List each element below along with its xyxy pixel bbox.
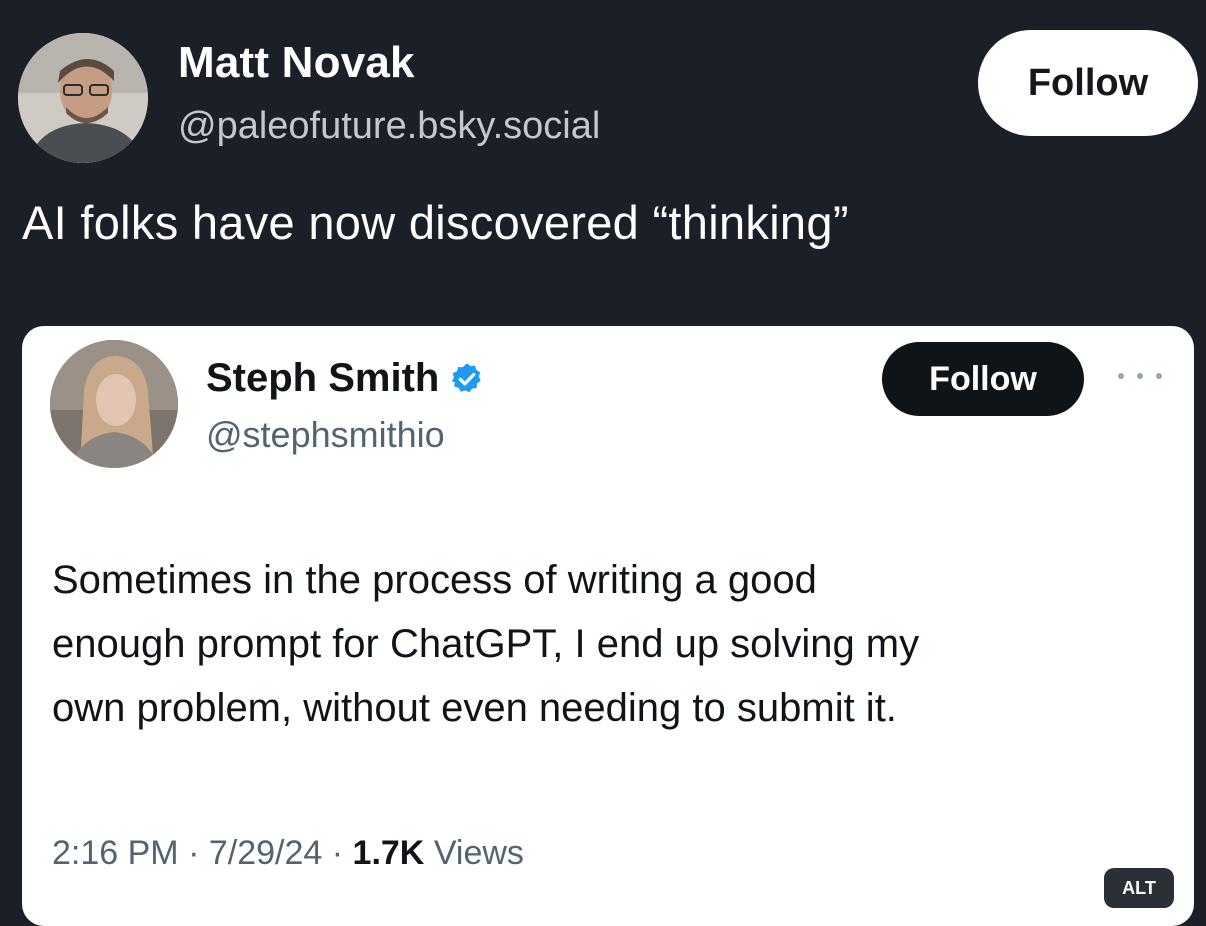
steph-smith-avatar[interactable] [50,340,178,468]
quoted-tweet-text: Sometimes in the process of writing a go… [52,548,1172,740]
tweet-metadata: 2:16 PM · 7/29/24 · 1.7K Views [52,834,524,873]
tweet-date[interactable]: 7/29/24 [209,834,322,872]
verified-badge-icon [449,361,485,397]
alt-text-badge[interactable]: ALT [1104,868,1174,908]
tweet-text-line: enough prompt for ChatGPT, I end up solv… [52,622,920,666]
quoted-author-row: Steph Smith [206,356,485,401]
follow-matt-novak-button[interactable]: Follow [978,30,1198,136]
more-options-icon[interactable] [1118,370,1162,382]
separator-dot: · [331,834,353,872]
tweet-text-line: own problem, without even needing to sub… [52,686,897,730]
quoted-author-handle[interactable]: @stephsmithio [206,414,445,456]
outer-author-name[interactable]: Matt Novak [178,38,415,88]
quoted-author-name[interactable]: Steph Smith [206,356,439,401]
views-label: Views [433,834,524,872]
outer-post-text: AI folks have now discovered “thinking” [22,196,849,249]
tweet-time[interactable]: 2:16 PM [52,834,179,872]
matt-novak-avatar[interactable] [18,33,148,163]
views-count: 1.7K [352,834,425,872]
separator-dot: · [188,834,209,872]
outer-author-handle[interactable]: @paleofuture.bsky.social [178,105,600,148]
tweet-text-line: Sometimes in the process of writing a go… [52,558,817,602]
follow-steph-smith-button[interactable]: Follow [882,342,1084,416]
quoted-tweet-card[interactable]: Steph Smith @stephsmithio Follow Sometim… [22,326,1194,926]
outer-post: Matt Novak @paleofuture.bsky.social Foll… [0,0,1206,926]
